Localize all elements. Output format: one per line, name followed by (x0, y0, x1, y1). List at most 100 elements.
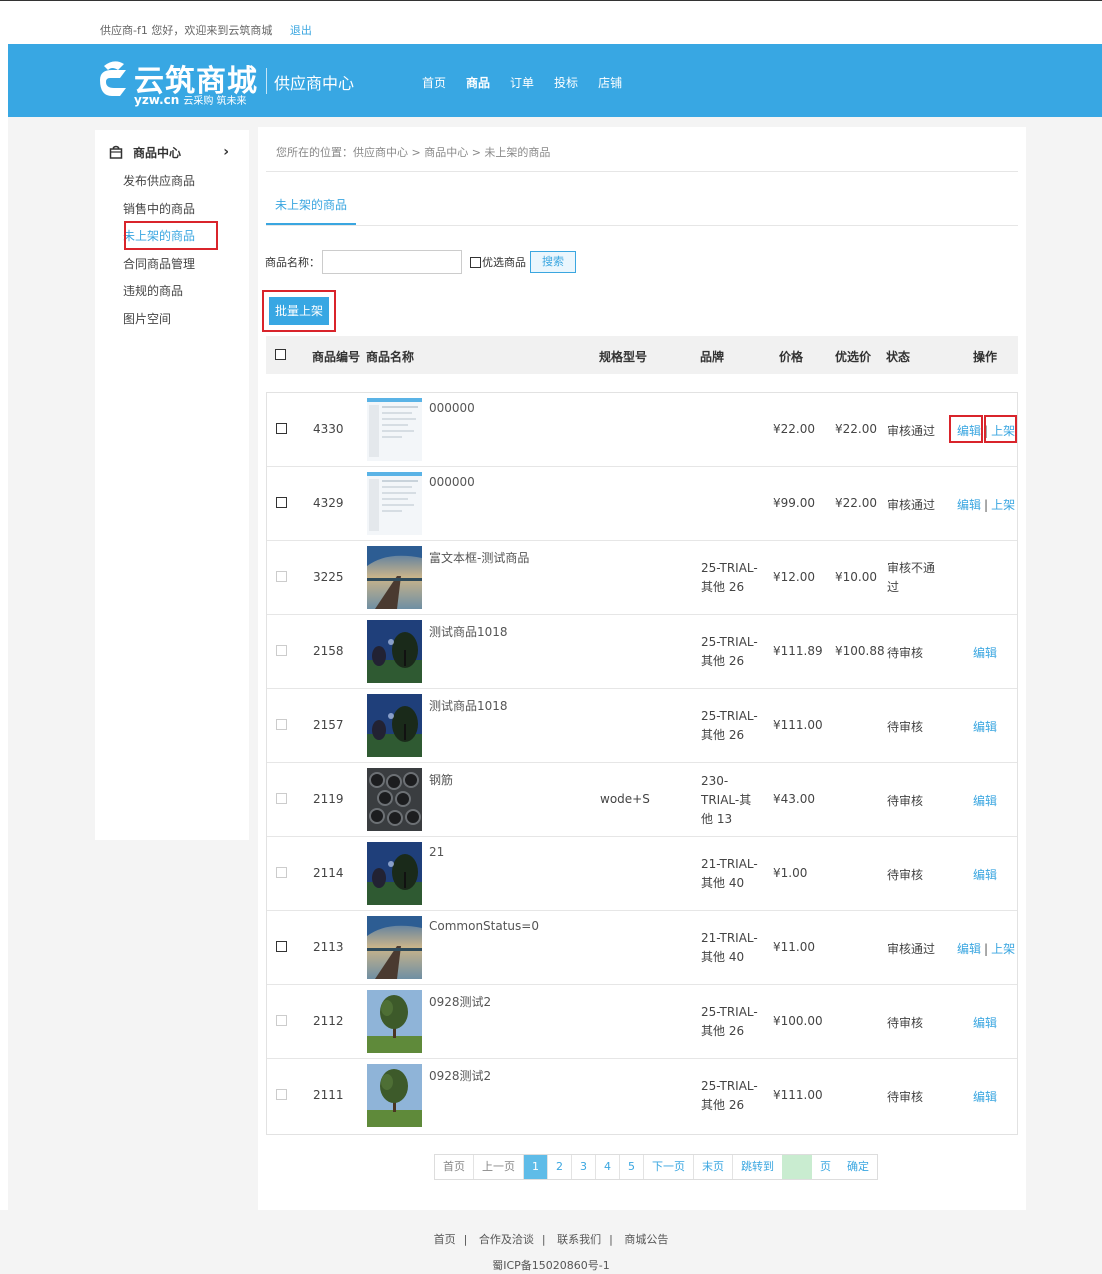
sidebar-item-on-sale[interactable]: 销售中的商品 (123, 196, 243, 224)
product-price: ¥111.00 (773, 1088, 823, 1102)
product-thumbnail[interactable] (367, 1064, 422, 1127)
product-thumbnail[interactable] (367, 472, 422, 535)
edit-link[interactable]: 编辑 (973, 1016, 997, 1030)
product-id: 3225 (313, 570, 344, 584)
product-name[interactable]: 测试商品1018 (429, 697, 508, 714)
product-name-input[interactable] (322, 250, 462, 274)
pager-prev[interactable]: 上一页 (474, 1155, 524, 1179)
product-thumbnail[interactable] (367, 916, 422, 979)
row-checkbox[interactable] (276, 497, 287, 508)
product-name[interactable]: 000000 (429, 475, 475, 489)
product-thumbnail[interactable] (367, 842, 422, 905)
product-id: 2114 (313, 866, 344, 880)
sidebar-item-images[interactable]: 图片空间 (123, 306, 243, 334)
product-name[interactable]: 钢筋 (429, 771, 453, 788)
pager-jump-input[interactable] (782, 1155, 812, 1179)
col-price: 价格 (779, 350, 804, 364)
sidebar-heading-label: 商品中心 (133, 145, 182, 160)
pager-jump-label: 跳转到 (741, 1160, 774, 1173)
row-checkbox (276, 867, 287, 878)
sidebar-item-contract[interactable]: 合同商品管理 (123, 251, 243, 279)
pager-page-1[interactable]: 1 (524, 1155, 548, 1179)
sidebar-heading[interactable]: 商品中心 › (109, 142, 239, 162)
row-actions: 编辑 (973, 866, 997, 883)
preferred-checkbox[interactable] (470, 256, 481, 268)
shelve-link[interactable]: 上架 (991, 942, 1015, 956)
header: 云筑商城 yzw.cn 云采购 筑未来 供应商中心 首页 商品 订单 投标 店铺 (8, 44, 1102, 117)
divider (266, 225, 1018, 226)
product-name[interactable]: 000000 (429, 401, 475, 415)
row-checkbox (276, 719, 287, 730)
product-brand: 230-TRIAL-其他 13 (701, 774, 752, 826)
tab-off-shelf[interactable]: 未上架的商品 (266, 189, 356, 225)
product-status: 待审核 (887, 720, 924, 734)
pager-page-3[interactable]: 3 (572, 1155, 596, 1179)
product-preferred-price: ¥22.00 (835, 422, 877, 436)
edit-link[interactable]: 编辑 (973, 1090, 997, 1104)
table-row: 2111 0928测试2 25-TRIAL-其他 26 ¥111.00 待审核 编辑 (267, 1059, 1017, 1133)
row-checkbox[interactable] (276, 941, 287, 952)
pager-confirm-button[interactable]: 确定 (839, 1155, 877, 1179)
product-price: ¥100.00 (773, 1014, 823, 1028)
search-bar: 商品名称： 优选商品 搜索 (265, 249, 576, 275)
edit-link[interactable]: 编辑 (973, 868, 997, 882)
edit-link[interactable]: 编辑 (973, 646, 997, 660)
product-name[interactable]: 测试商品1018 (429, 623, 508, 640)
edit-link[interactable]: 编辑 (957, 942, 981, 956)
welcome-text: 供应商-f1 您好，欢迎来到云筑商城 (100, 24, 273, 37)
sidebar-item-violations[interactable]: 违规的商品 (123, 278, 243, 306)
product-name[interactable]: CommonStatus=0 (429, 919, 539, 933)
product-id: 2113 (313, 940, 344, 954)
nav-store[interactable]: 店铺 (598, 74, 622, 91)
row-actions: 编辑 (973, 718, 997, 735)
row-checkbox[interactable] (276, 423, 287, 434)
header-title: 供应商中心 (274, 74, 355, 93)
product-thumbnail[interactable] (367, 398, 422, 461)
nav-products[interactable]: 商品 (466, 74, 490, 91)
pager-page-2[interactable]: 2 (548, 1155, 572, 1179)
chevron-right-icon: › (223, 144, 229, 160)
footer-link-contact[interactable]: 联系我们 (557, 1233, 601, 1246)
nav-orders[interactable]: 订单 (510, 74, 534, 91)
product-status: 待审核 (887, 646, 924, 660)
product-name[interactable]: 21 (429, 845, 444, 859)
product-thumbnail[interactable] (367, 620, 422, 683)
pager-first[interactable]: 首页 (435, 1155, 474, 1179)
product-name[interactable]: 0928测试2 (429, 993, 491, 1010)
edit-link[interactable]: 编辑 (973, 794, 997, 808)
select-all-checkbox[interactable] (275, 349, 286, 360)
product-status: 审核通过 (887, 424, 936, 438)
product-thumbnail[interactable] (367, 694, 422, 757)
table-header: 商品编号 商品名称 规格型号 品牌 价格 优选价 状态 操作 (266, 336, 1018, 374)
col-actions: 操作 (973, 350, 998, 364)
edit-link[interactable]: 编辑 (973, 720, 997, 734)
product-name[interactable]: 0928测试2 (429, 1067, 491, 1084)
pager-last[interactable]: 末页 (694, 1155, 733, 1179)
pager-next[interactable]: 下一页 (644, 1155, 694, 1179)
footer-links: 首页 | 合作及洽谈 | 联系我们 | 商城公告 (433, 1233, 669, 1246)
product-thumbnail[interactable] (367, 990, 422, 1053)
product-thumbnail[interactable] (367, 768, 422, 831)
logout-link[interactable]: 退出 (290, 24, 312, 37)
footer-link-home[interactable]: 首页 (434, 1233, 456, 1246)
nav-bids[interactable]: 投标 (554, 74, 578, 91)
search-button[interactable]: 搜索 (530, 251, 576, 273)
product-price: ¥111.00 (773, 718, 823, 732)
footer-link-cooperation[interactable]: 合作及洽谈 (479, 1233, 534, 1246)
nav-home[interactable]: 首页 (422, 74, 446, 91)
product-brand: 21-TRIAL-其他 40 (701, 857, 758, 890)
pager-page-unit: 页 (820, 1160, 831, 1173)
pager-page-5[interactable]: 5 (620, 1155, 644, 1179)
pager-page-4[interactable]: 4 (596, 1155, 620, 1179)
row-checkbox (276, 645, 287, 656)
logo[interactable]: 云筑商城 yzw.cn 云采购 筑未来 (96, 56, 257, 108)
edit-link[interactable]: 编辑 (957, 498, 981, 512)
footer-link-notice[interactable]: 商城公告 (624, 1233, 668, 1246)
product-brand: 21-TRIAL-其他 40 (701, 931, 758, 964)
top-border (0, 0, 1102, 3)
batch-shelve-button[interactable]: 批量上架 (269, 297, 329, 325)
product-thumbnail[interactable] (367, 546, 422, 609)
product-name[interactable]: 富文本框-测试商品 (429, 549, 529, 566)
shelve-link[interactable]: 上架 (991, 498, 1015, 512)
sidebar-item-publish[interactable]: 发布供应商品 (123, 168, 243, 196)
